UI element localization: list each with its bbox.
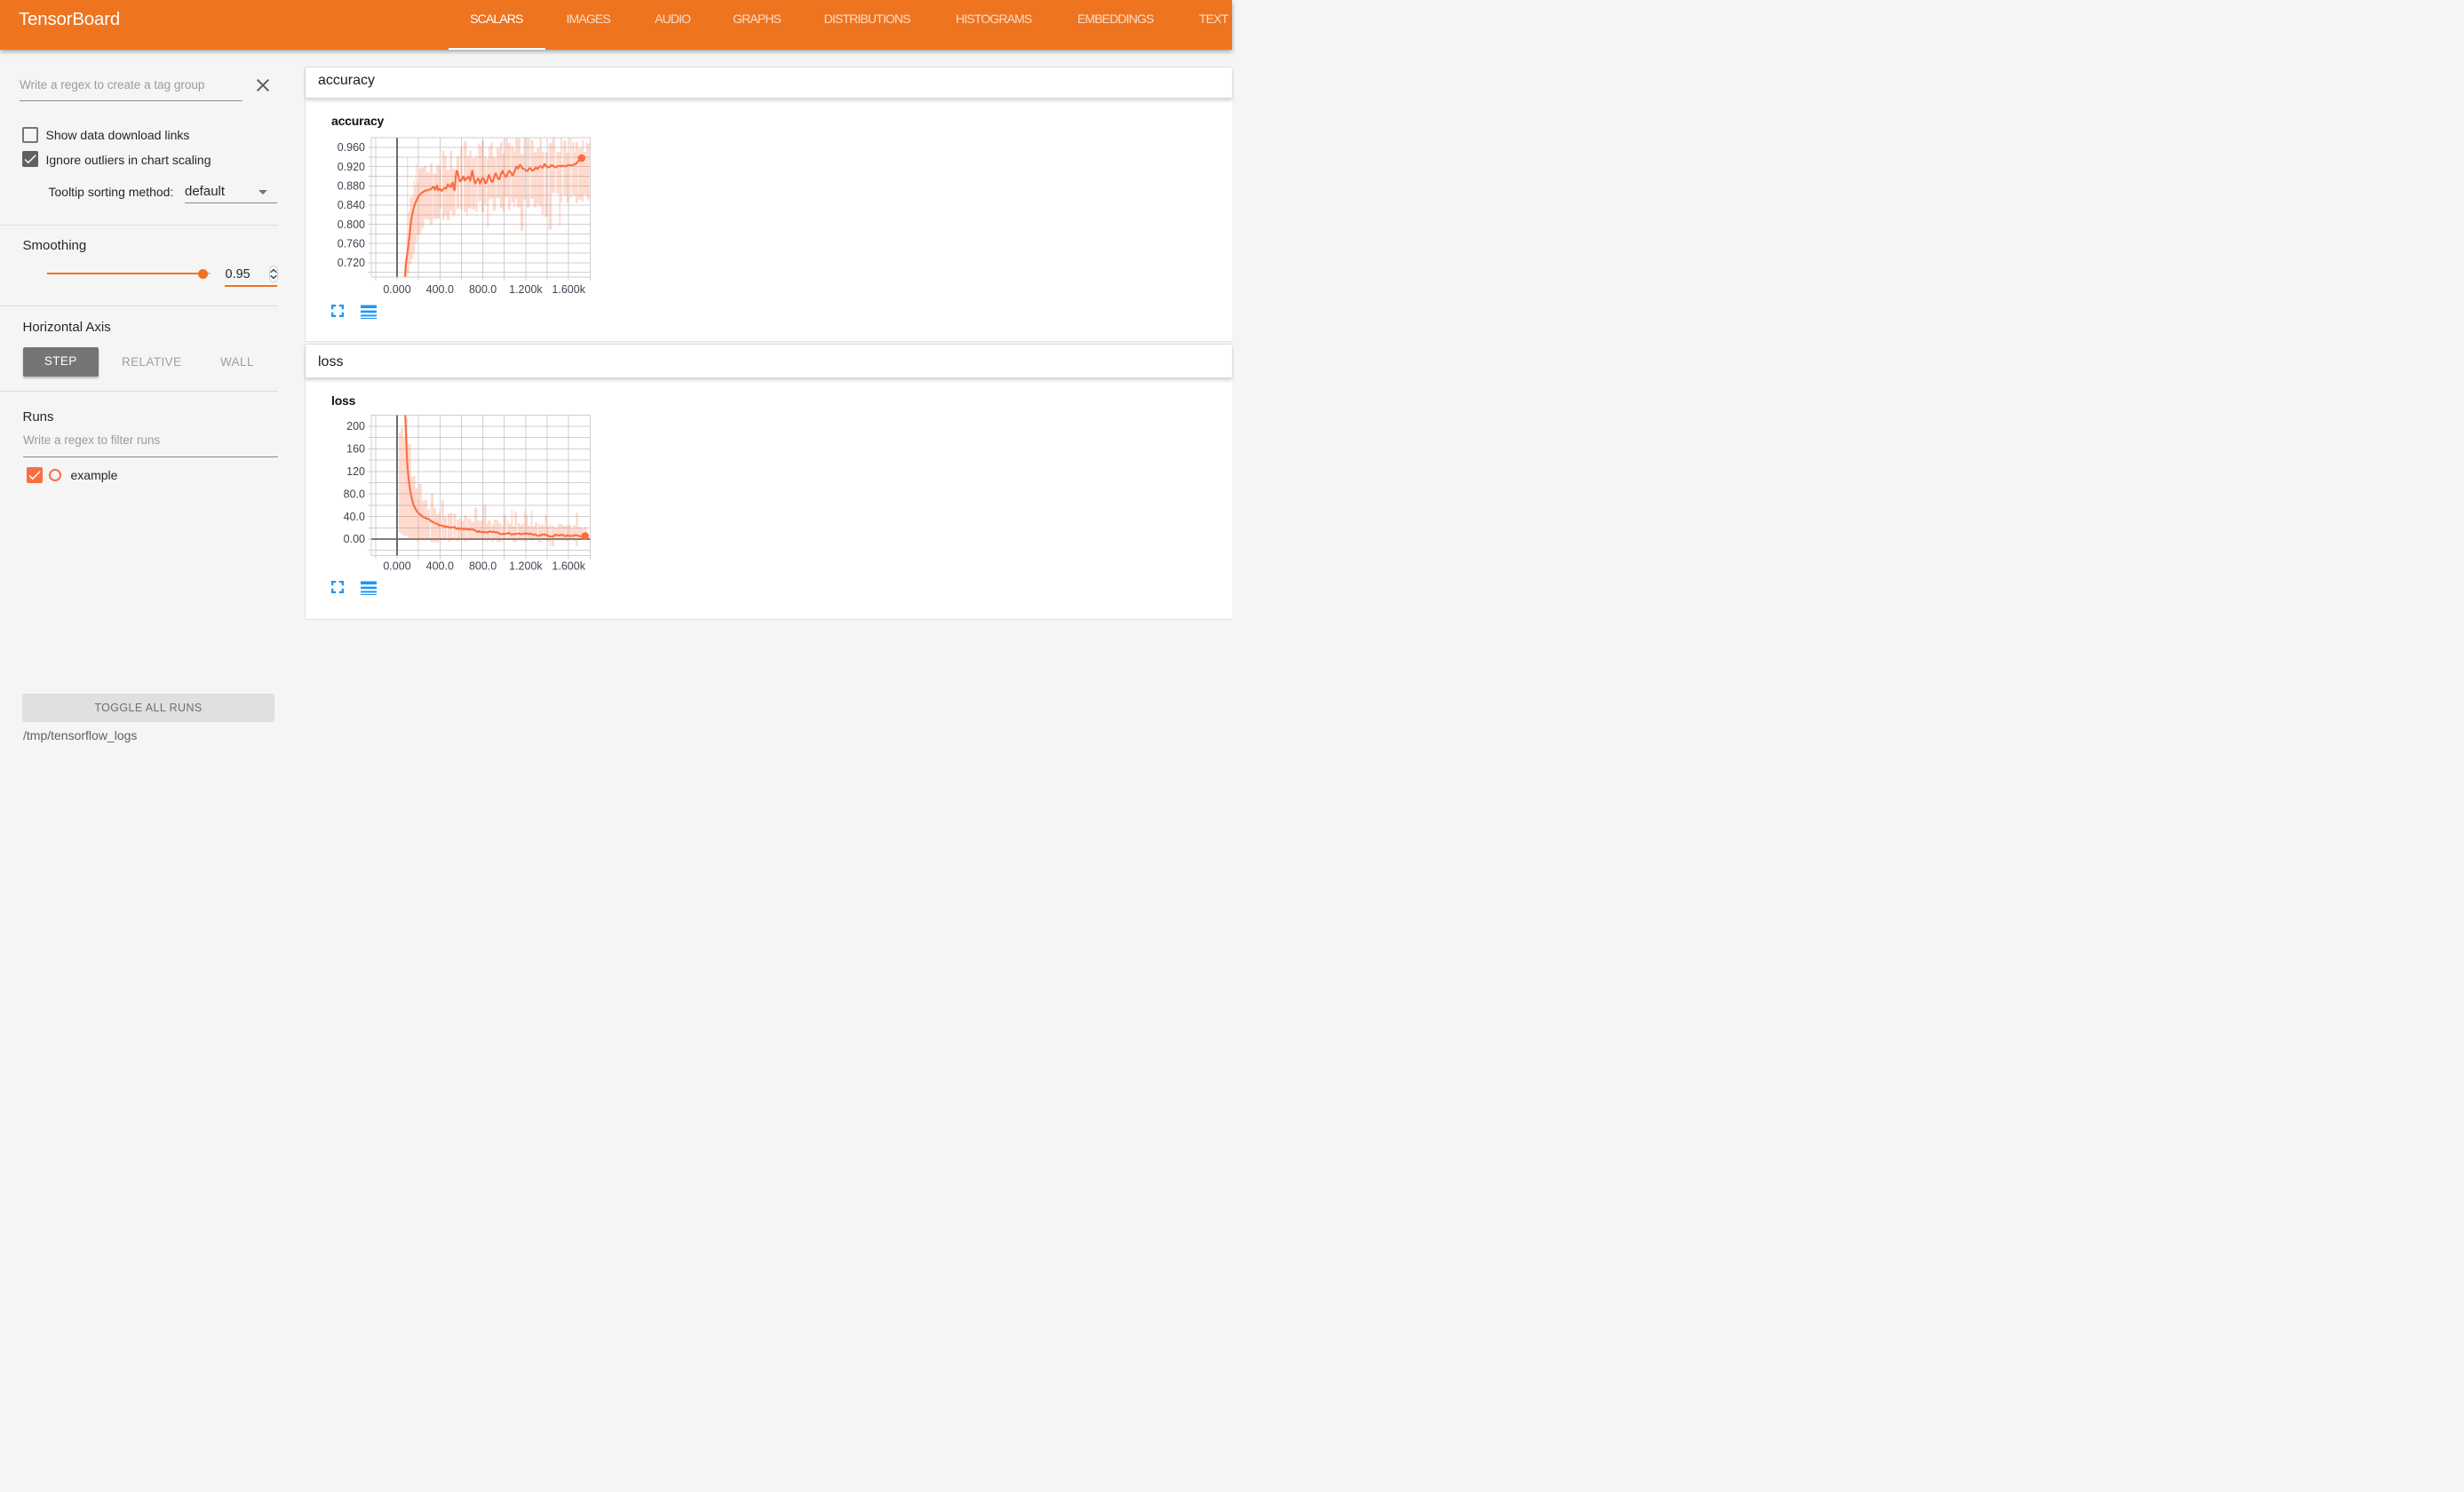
svg-text:40.0: 40.0 — [344, 511, 365, 523]
svg-text:0.000: 0.000 — [383, 560, 410, 572]
svg-text:1.200k: 1.200k — [509, 560, 543, 572]
svg-text:160: 160 — [346, 443, 365, 456]
svg-text:0.00: 0.00 — [344, 533, 365, 545]
svg-text:80.0: 80.0 — [344, 488, 365, 500]
svg-text:800.0: 800.0 — [469, 560, 497, 572]
svg-text:1.600k: 1.600k — [552, 560, 585, 572]
svg-text:200: 200 — [346, 420, 365, 433]
svg-text:400.0: 400.0 — [426, 560, 454, 572]
svg-text:120: 120 — [346, 465, 365, 478]
